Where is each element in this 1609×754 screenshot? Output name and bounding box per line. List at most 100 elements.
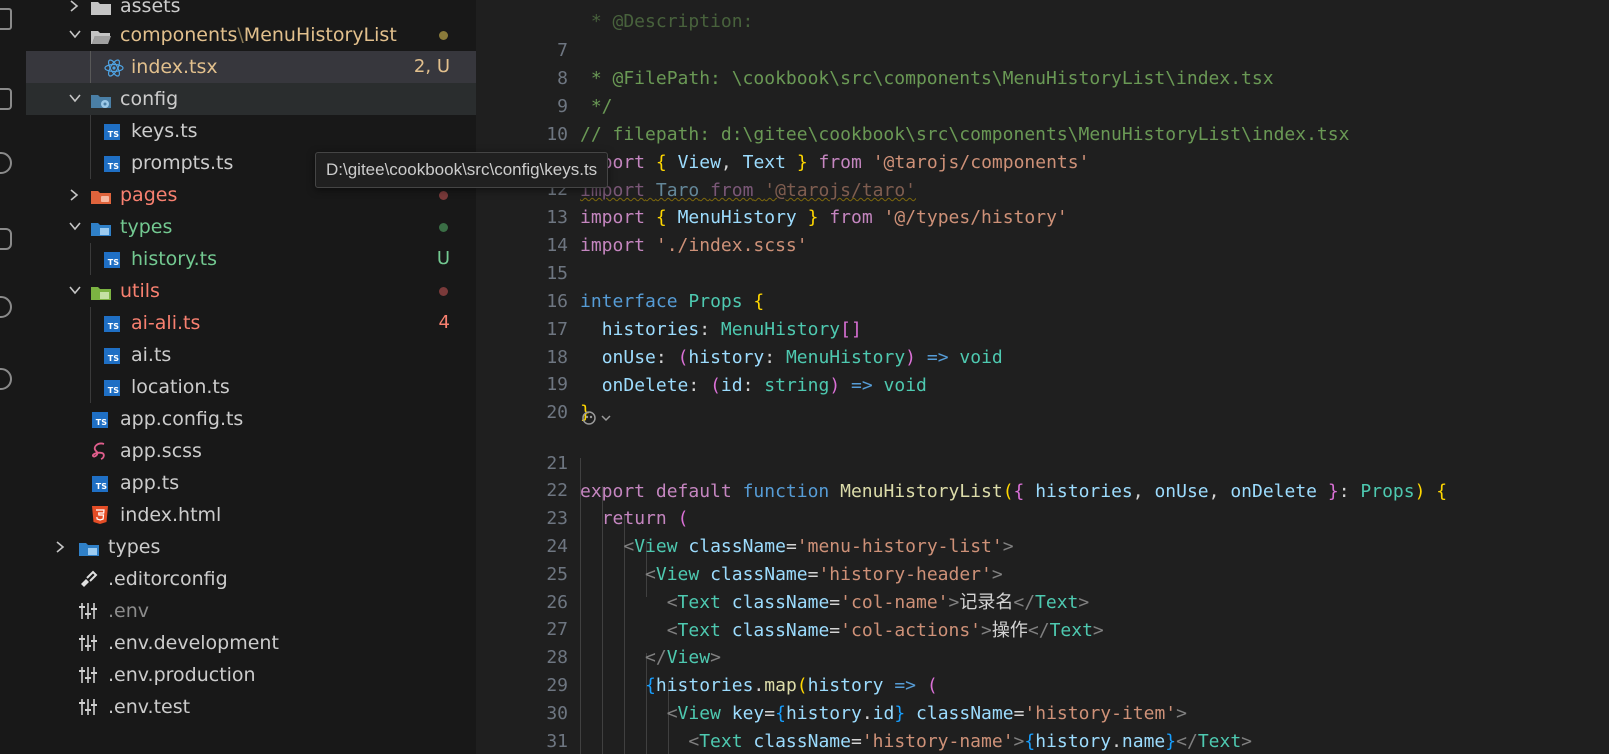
tree-item-app-config-ts[interactable]: TS app.config.ts [26, 403, 476, 435]
tree-item-env[interactable]: .env [26, 595, 476, 627]
code-line: 14 [476, 204, 1609, 256]
source-control-icon[interactable] [0, 88, 12, 110]
tree-item-label: config [120, 88, 179, 110]
code-line: 26 <Text className='col-actions'>操作</Tex… [476, 561, 1609, 641]
code-editor[interactable]: * @Description: 7 * @FilePath: \cookbook… [476, 0, 1609, 754]
tree-item-location-ts[interactable]: TS location.ts [26, 371, 476, 403]
tree-item-label: types [120, 216, 173, 238]
tree-item-label: types [108, 536, 161, 558]
tree-item-app-ts[interactable]: TS app.ts [26, 467, 476, 499]
compact-folder-name: MenuHistoryList [243, 24, 397, 46]
tree-item-label: prompts.ts [131, 152, 234, 174]
chevron-down-icon[interactable] [66, 215, 84, 237]
chevron-down-icon[interactable] [66, 87, 84, 109]
indent-guide [90, 51, 91, 83]
tree-item-env-production[interactable]: .env.production [26, 659, 476, 691]
tree-item-label: index.tsx [131, 56, 218, 78]
tree-item-types[interactable]: types [26, 211, 476, 243]
folder-open-icon [90, 28, 112, 44]
tree-item-label: assets [120, 0, 181, 17]
chevron-right-icon[interactable] [66, 0, 84, 16]
code-line: 18 onDelete: (id: string) => void [476, 316, 1609, 396]
tree-item-config[interactable]: config [26, 83, 476, 115]
chevron-right-icon[interactable] [52, 535, 70, 557]
tree-item-label: app.ts [120, 472, 180, 494]
code-line: 8 */ [476, 37, 1609, 117]
account-icon[interactable] [0, 368, 12, 390]
tree-item-history-ts[interactable]: TS history.ts U [26, 243, 476, 275]
react-icon [104, 58, 124, 77]
tree-item-label: utils [120, 280, 160, 302]
ts-file-icon: TS [92, 412, 108, 428]
tree-item-label: location.ts [131, 376, 230, 398]
code-line: 19 } [476, 343, 1609, 423]
editorconfig-icon [78, 569, 98, 587]
untracked-dot [439, 223, 448, 232]
explorer-icon[interactable] [0, 8, 12, 30]
tree-item-label: components\MenuHistoryList [120, 24, 397, 46]
code-line: 29 <View key={history.id} className='his… [476, 644, 1609, 724]
code-line: 28 {histories.map(history => ( [476, 616, 1609, 696]
code-line: * @Description: [476, 0, 1609, 32]
run-debug-icon[interactable] [0, 152, 12, 174]
activity-bar [0, 0, 26, 754]
code-line: 31 <View className='history-actions'> [476, 700, 1609, 752]
tree-item-label: .env [108, 600, 150, 622]
tree-item-label: app.config.ts [120, 408, 244, 430]
tree-item-types-root[interactable]: types [26, 531, 476, 563]
code-line: 25 <Text className='col-name'>记录名</Text> [476, 533, 1609, 613]
tree-item-label: .env.test [108, 696, 191, 718]
chevron-down-icon[interactable] [66, 279, 84, 301]
tree-item-label: pages [120, 184, 178, 206]
tree-item-editorconfig[interactable]: .editorconfig [26, 563, 476, 595]
tree-item-app-scss[interactable]: app.scss [26, 435, 476, 467]
ts-file-icon: TS [104, 124, 120, 140]
code-line: 10 import { View, Text } from '@tarojs/c… [476, 93, 1609, 173]
sass-icon [90, 441, 108, 460]
modified-dot [439, 31, 448, 40]
code-line: 7 * @FilePath: \cookbook\src\components\… [476, 9, 1609, 89]
env-settings-icon [78, 633, 97, 651]
error-dot [439, 191, 448, 200]
env-settings-icon [78, 665, 97, 683]
tree-item-ai-ali-ts[interactable]: TS ai-ali.ts 4 [26, 307, 476, 403]
tree-item-label: ai-ali.ts [131, 312, 201, 334]
folder-icon [90, 0, 112, 15]
tree-item-components[interactable]: components\MenuHistoryList [26, 19, 476, 51]
code-line: 21 export default function MenuHistoryLi… [476, 422, 1609, 502]
chevron-down-icon[interactable] [66, 23, 84, 45]
tree-item-keys-ts[interactable]: TS keys.ts [26, 115, 476, 179]
chevron-right-icon[interactable] [66, 183, 84, 205]
git-status-badge: 2, U [413, 56, 450, 77]
tree-item-env-test[interactable]: .env.test [26, 691, 476, 723]
folder-config-icon [90, 92, 112, 108]
tree-item-index-tsx[interactable]: index.tsx 2, U [26, 51, 476, 83]
folder-name: components [120, 24, 238, 46]
tree-item-label: ai.ts [131, 344, 172, 366]
code-line: 16 histories: MenuHistory[] [476, 260, 1609, 340]
remote-icon[interactable] [0, 296, 12, 318]
extensions-icon[interactable] [0, 228, 12, 250]
tree-item-label: .env.development [108, 632, 279, 654]
code-line: 27 </View> [476, 588, 1609, 668]
code-line: 30 <Text className='history-name'>{histo… [476, 672, 1609, 752]
code-line: 24 <View className='history-header'> [476, 505, 1609, 585]
tree-item-label: index.html [120, 504, 222, 526]
problem-count-badge: 4 [438, 312, 450, 333]
tree-item-utils[interactable]: utils [26, 275, 476, 307]
tree-item-ai-ts[interactable]: TS ai.ts [26, 339, 476, 371]
code-line: 9 // filepath: d:\gitee\cookbook\src\com… [476, 65, 1609, 145]
tree-item-index-html[interactable]: index.html [26, 499, 476, 531]
tree-item-label: history.ts [131, 248, 218, 270]
file-path-tooltip: D:\gitee\cookbook\src\config\keys.ts [315, 152, 609, 188]
folder-types-icon [78, 540, 100, 556]
line-number: 31 [546, 731, 568, 752]
tree-item-env-development[interactable]: .env.development [26, 627, 476, 659]
folder-types-icon [90, 220, 112, 236]
html5-icon [91, 505, 109, 524]
folder-pages-icon [90, 188, 112, 204]
folder-utils-icon [90, 284, 112, 300]
code-text: <Text className='history-name'>{history.… [688, 731, 1253, 752]
file-explorer: assets components\MenuHistoryList index.… [26, 0, 476, 754]
ts-file-icon: TS [104, 380, 120, 396]
